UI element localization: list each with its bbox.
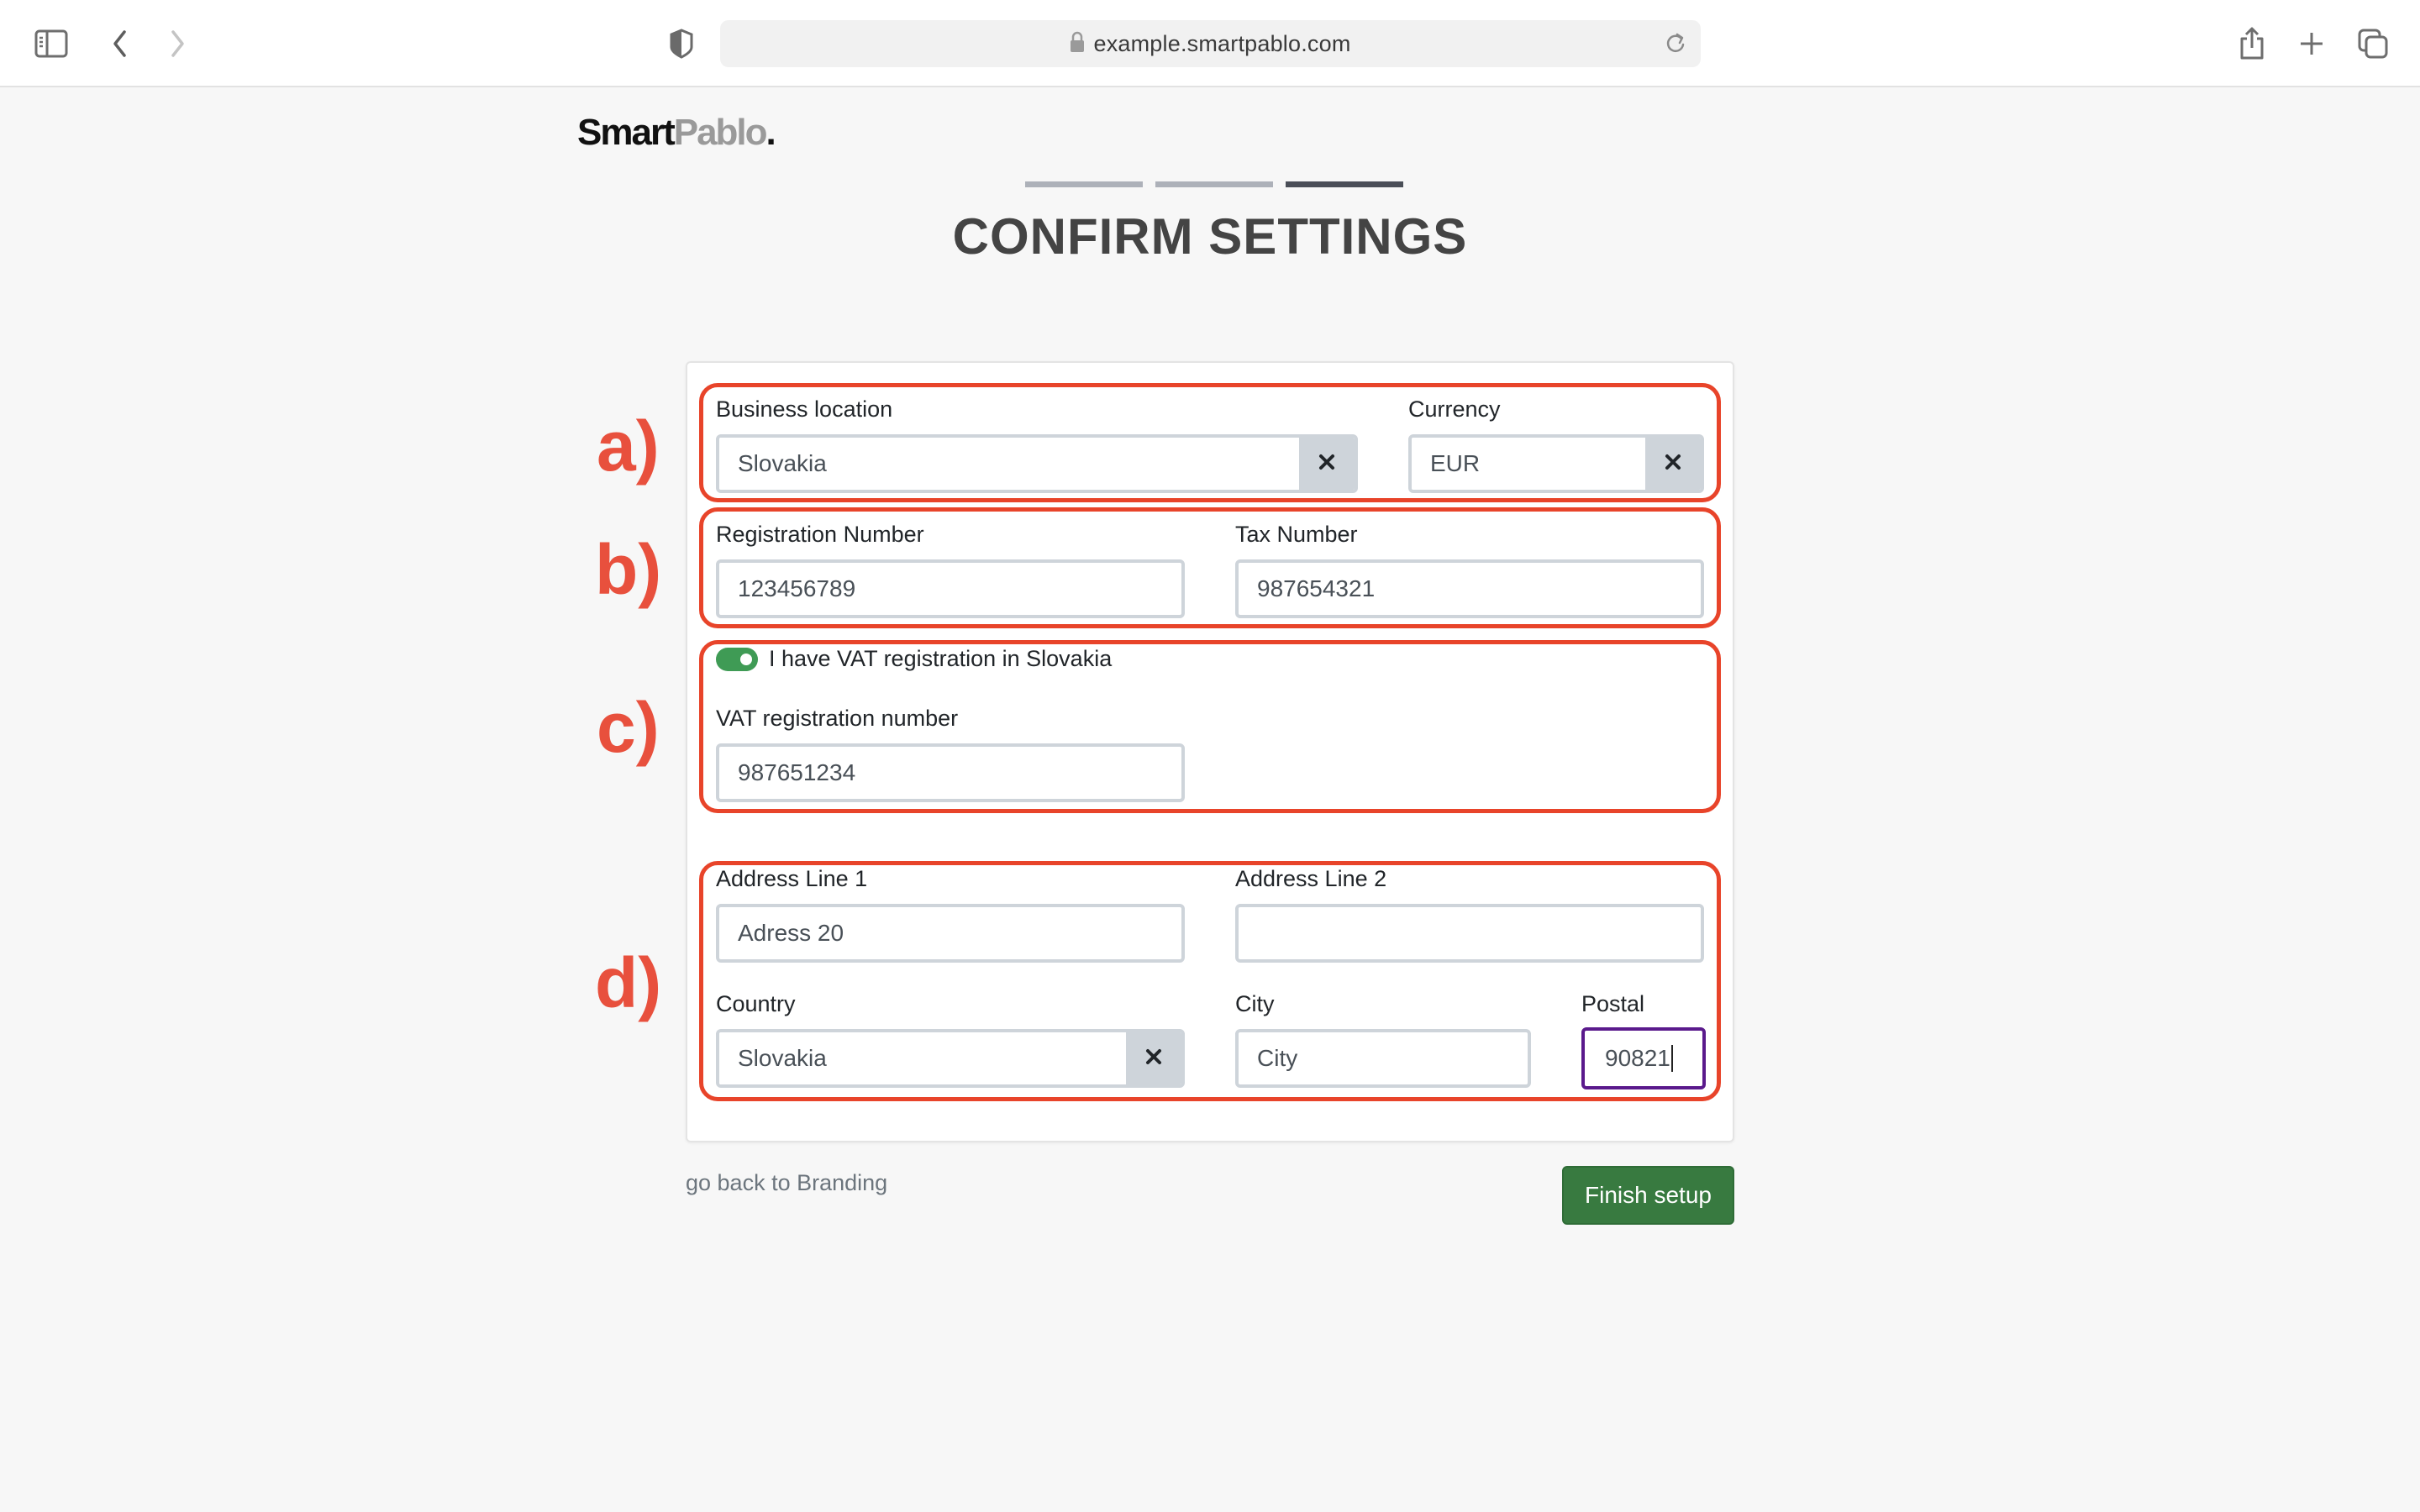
address-line-2-label: Address Line 2 (1235, 866, 1387, 891)
business-location-label: Business location (716, 396, 893, 422)
back-to-branding-link[interactable]: go back to Branding (686, 1170, 887, 1196)
logo-part-smart: Smart (577, 112, 676, 153)
currency-label: Currency (1408, 396, 1501, 422)
forward-chevron-icon[interactable] (160, 25, 197, 62)
country-label: Country (716, 991, 796, 1016)
close-icon (1145, 1048, 1162, 1069)
city-label: City (1235, 991, 1275, 1016)
browser-toolbar: example.smartpablo.com (0, 0, 2420, 87)
finish-setup-button[interactable]: Finish setup (1562, 1166, 1734, 1225)
currency-value: EUR (1412, 438, 1645, 490)
shield-icon[interactable] (663, 25, 700, 62)
close-icon (1665, 454, 1681, 475)
vat-registration-toggle[interactable] (716, 648, 758, 671)
address-line-2-input[interactable] (1235, 904, 1704, 963)
currency-clear-button[interactable] (1645, 438, 1701, 490)
lock-icon (1070, 31, 1085, 57)
vat-number-label: VAT registration number (716, 706, 959, 731)
sidebar-toggle-icon[interactable] (33, 25, 70, 62)
registration-number-input[interactable]: 123456789 (716, 559, 1185, 618)
progress-steps (1025, 181, 1403, 187)
tax-number-label: Tax Number (1235, 522, 1358, 547)
business-location-value: Slovakia (719, 438, 1299, 490)
smartpablo-logo[interactable]: SmartPablo. (577, 112, 776, 154)
back-chevron-icon[interactable] (101, 25, 138, 62)
page-title: CONFIRM SETTINGS (952, 208, 1468, 265)
annotation-label-b: b) (595, 530, 662, 609)
logo-part-pablo: Pablo (673, 112, 768, 153)
progress-step-1 (1025, 181, 1143, 187)
text-caret (1670, 1045, 1673, 1072)
tax-number-value: 987654321 (1257, 575, 1376, 601)
city-input[interactable]: City (1235, 1029, 1531, 1088)
address-line-1-value: Adress 20 (738, 920, 844, 946)
vat-registration-toggle-label[interactable]: I have VAT registration in Slovakia (769, 646, 1112, 672)
reload-icon[interactable] (1662, 30, 1689, 57)
address-line-1-input[interactable]: Adress 20 (716, 904, 1185, 963)
country-value: Slovakia (719, 1032, 1126, 1084)
tab-overview-icon[interactable] (2354, 25, 2391, 62)
annotation-label-c: c) (597, 688, 660, 767)
annotation-label-d: d) (595, 943, 662, 1022)
address-bar[interactable]: example.smartpablo.com (720, 20, 1701, 67)
new-tab-plus-icon[interactable] (2293, 25, 2330, 62)
logo-dot: . (765, 112, 776, 153)
postal-value: 90821 (1605, 1045, 1670, 1071)
close-icon (1318, 454, 1335, 475)
url-text: example.smartpablo.com (1093, 30, 1351, 56)
city-value: City (1257, 1045, 1298, 1071)
currency-select[interactable]: EUR (1408, 434, 1704, 493)
tax-number-input[interactable]: 987654321 (1235, 559, 1704, 618)
annotation-label-a: a) (597, 407, 660, 486)
country-clear-button[interactable] (1126, 1032, 1181, 1084)
toggle-knob (740, 654, 752, 665)
address-line-1-label: Address Line 1 (716, 866, 868, 891)
postal-input[interactable]: 90821 (1581, 1027, 1706, 1089)
country-select[interactable]: Slovakia (716, 1029, 1185, 1088)
progress-step-2 (1155, 181, 1273, 187)
business-location-clear-button[interactable] (1299, 438, 1355, 490)
share-icon[interactable] (2233, 25, 2270, 62)
registration-number-label: Registration Number (716, 522, 924, 547)
progress-step-3-active (1286, 181, 1403, 187)
registration-number-value: 123456789 (738, 575, 856, 601)
business-location-select[interactable]: Slovakia (716, 434, 1358, 493)
vat-number-input[interactable]: 987651234 (716, 743, 1185, 802)
postal-label: Postal (1581, 991, 1645, 1016)
vat-number-value: 987651234 (738, 759, 856, 785)
